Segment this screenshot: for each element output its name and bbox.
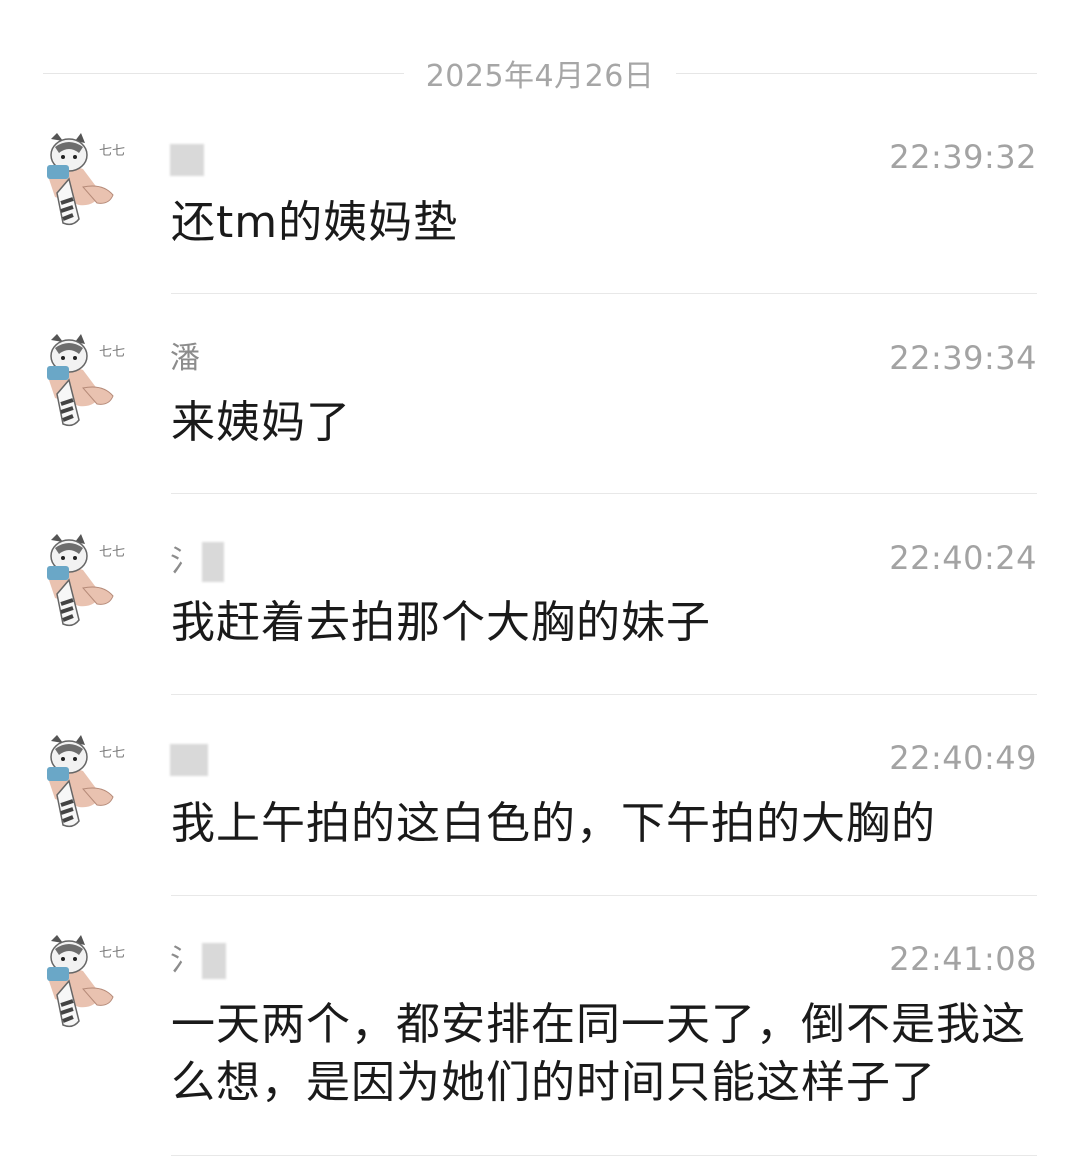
svg-text:七七: 七七: [99, 946, 125, 961]
sender-name: 潘: [170, 342, 202, 376]
message-timestamp: 22:40:49: [889, 739, 1037, 777]
redacted-name-block: [170, 743, 208, 776]
message-timestamp: 22:41:08: [889, 940, 1037, 978]
date-separator-line-right: [676, 72, 1038, 74]
svg-text:七七: 七七: [99, 746, 125, 761]
cat-sticker-avatar-icon[interactable]: 七七: [43, 735, 129, 831]
cat-sticker-avatar-icon[interactable]: 七七: [43, 935, 129, 1031]
message-text: 我赶着去拍那个大胸的妹子: [171, 597, 711, 648]
message-divider: [171, 1155, 1037, 1156]
sender-name: 氵: [170, 942, 226, 979]
sender-name: [170, 142, 204, 176]
message-text: 来姨妈了: [171, 397, 351, 448]
cat-sticker-avatar-icon[interactable]: 七七: [43, 534, 129, 630]
sender-name: [170, 742, 208, 776]
svg-text:七七: 七七: [99, 345, 125, 360]
date-separator-line-left: [43, 72, 404, 74]
svg-text:七七: 七七: [99, 545, 125, 560]
redacted-name-block: [202, 943, 226, 979]
message-divider: [171, 493, 1037, 494]
cat-sticker-avatar-icon[interactable]: 七七: [43, 334, 129, 430]
message-timestamp: 22:40:24: [889, 539, 1037, 577]
sender-name-partial: 潘: [170, 341, 200, 376]
message-text: 一天两个，都安排在同一天了，倒不是我这么想，是因为她们的时间只能这样子了: [171, 999, 1026, 1108]
redacted-name-block: [170, 143, 204, 176]
message-divider: [171, 895, 1037, 896]
date-separator-text: 2025年4月26日: [425, 59, 655, 94]
message-text: 还tm的姨妈垫: [171, 197, 459, 248]
message-timestamp: 22:39:32: [889, 138, 1037, 176]
sender-name-partial: 氵: [170, 543, 200, 579]
date-separator: 2025年4月26日: [43, 48, 1038, 98]
redacted-name-block: [202, 542, 224, 582]
message-divider: [171, 293, 1037, 294]
sender-name: 氵: [170, 542, 224, 582]
message-timestamp: 22:39:34: [889, 339, 1037, 377]
svg-text:七七: 七七: [99, 144, 125, 159]
message-text: 我上午拍的这白色的，下午拍的大胸的: [171, 798, 936, 849]
message-divider: [171, 694, 1037, 695]
sender-name-partial: 氵: [170, 942, 200, 978]
cat-sticker-avatar-icon[interactable]: 七七: [43, 133, 129, 229]
